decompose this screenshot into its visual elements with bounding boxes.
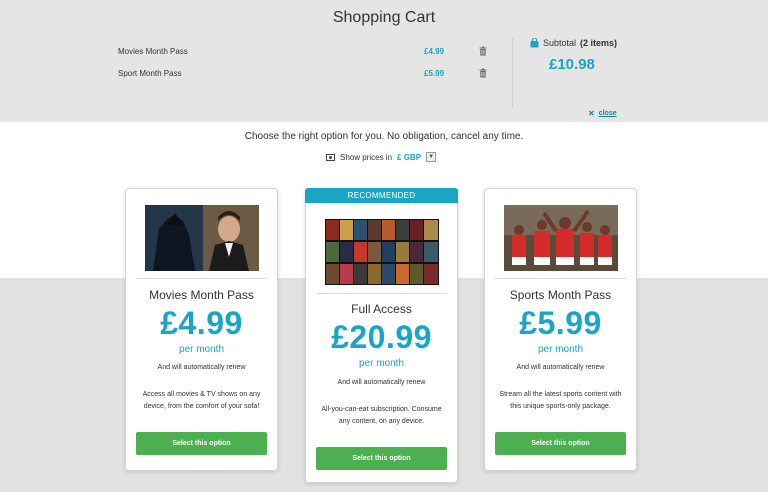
plan-card-movies: Movies Month Pass £4.99 per month And wi… <box>125 188 278 471</box>
sports-image <box>504 205 618 271</box>
plan-card-sports: Sports Month Pass £5.99 per month And wi… <box>484 188 637 471</box>
trash-icon[interactable] <box>479 46 487 56</box>
chevron-down-icon[interactable]: ▼ <box>426 152 437 162</box>
plan-price: £4.99 <box>160 305 243 341</box>
card-separator <box>495 278 626 279</box>
cart-item-name: Sport Month Pass <box>118 69 182 78</box>
offer-tagline: Choose the right option for you. No obli… <box>244 131 524 142</box>
select-movies-button[interactable]: Select this option <box>136 432 267 455</box>
plan-price: £20.99 <box>331 319 432 355</box>
cart-item: Sport Month Pass £5.99 <box>118 67 490 81</box>
plan-period: per month <box>358 358 405 369</box>
select-sports-button[interactable]: Select this option <box>495 432 626 455</box>
plan-renew: And will automatically renew <box>516 364 605 371</box>
currency-value[interactable]: £ GBP <box>397 153 421 162</box>
plan-description: All-you-can-eat subscription. Consume an… <box>321 406 442 425</box>
cart-item-price: £5.99 <box>424 69 445 78</box>
card-separator <box>136 278 267 279</box>
cart-divider <box>512 38 513 108</box>
plan-price: £5.99 <box>519 305 602 341</box>
plan-name: Full Access <box>351 302 412 316</box>
plan-name: Sports Month Pass <box>509 288 612 302</box>
cart-title: Shopping Cart <box>332 9 436 26</box>
plan-period: per month <box>537 344 584 355</box>
recommended-badge: RECOMMENDED <box>305 188 458 203</box>
plan-name: Movies Month Pass <box>149 288 254 302</box>
movies-image <box>145 205 259 271</box>
shopping-cart-panel: Shopping Cart Movies Month Pass £4.99 Sp… <box>0 0 768 122</box>
cart-item: Movies Month Pass £4.99 <box>118 45 490 59</box>
subtotal-amount: £10.98 <box>549 56 595 73</box>
close-link[interactable]: ✕ close <box>588 109 617 118</box>
card-separator <box>316 293 447 294</box>
trash-icon[interactable] <box>479 68 487 78</box>
cart-item-price: £4.99 <box>424 47 445 56</box>
subtotal-label: Subtotal <box>543 38 577 48</box>
currency-selector[interactable]: Show prices in £ GBP ▼ <box>326 152 437 162</box>
full-access-image <box>325 219 439 285</box>
subtotal-count: (2 items) <box>580 38 618 48</box>
plan-renew: And will automatically renew <box>157 364 246 371</box>
cart-item-name: Movies Month Pass <box>118 47 188 56</box>
shopping-bag-icon <box>530 38 539 48</box>
close-label[interactable]: close <box>599 110 617 117</box>
plan-period: per month <box>178 344 225 355</box>
prices-in-label: Show prices in <box>340 152 393 162</box>
plan-renew: And will automatically renew <box>337 379 426 386</box>
money-icon <box>326 153 335 161</box>
close-icon[interactable]: ✕ <box>588 109 595 118</box>
plan-card-full-access: RECOMMENDED Full Access £20.99 per month… <box>305 188 458 483</box>
subtotal: Subtotal (2 items) <box>530 38 617 48</box>
plan-description: Access all movies & TV shows on any devi… <box>142 391 261 410</box>
select-full-access-button[interactable]: Select this option <box>316 447 447 470</box>
plan-description: Stream all the latest sports content wit… <box>499 391 622 410</box>
